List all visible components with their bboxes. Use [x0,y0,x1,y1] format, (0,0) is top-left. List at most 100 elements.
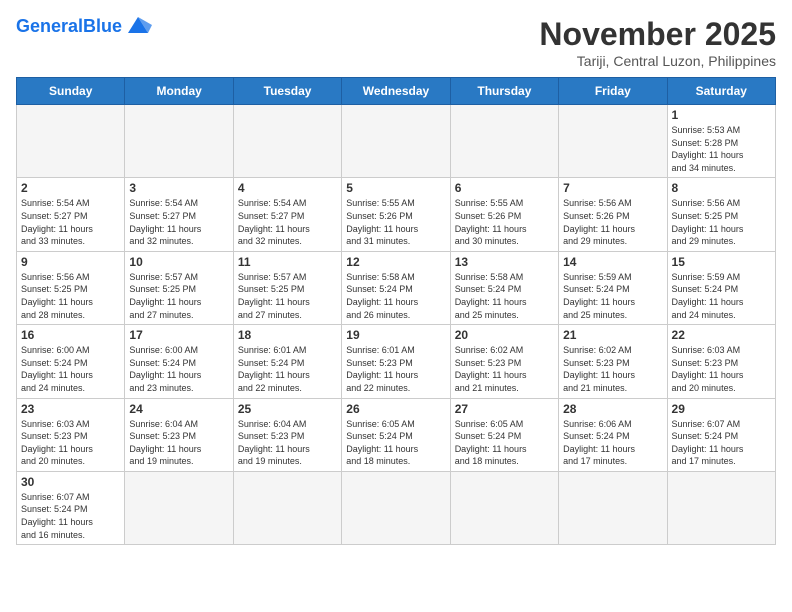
day-cell: 17 Sunrise: 6:00 AM Sunset: 5:24 PM Dayli… [125,325,233,398]
page-header: GeneralBlue November 2025 Tariji, Centra… [16,16,776,69]
day-number: 19 [346,328,445,342]
day-info: Sunrise: 6:01 AM Sunset: 5:23 PM Dayligh… [346,344,445,394]
day-cell [125,105,233,178]
day-cell: 9Sunrise: 5:56 AM Sunset: 5:25 PM Daylig… [17,251,125,324]
day-number: 29 [672,402,771,416]
day-cell [450,471,558,544]
location-text: Tariji, Central Luzon, Philippines [539,53,776,69]
logo-icon [124,15,152,37]
day-number: 4 [238,181,337,195]
day-number: 5 [346,181,445,195]
day-info: Sunrise: 5:57 AM Sunset: 5:25 PM Dayligh… [238,271,337,321]
day-cell: 18 Sunrise: 6:01 AM Sunset: 5:24 PM Dayli… [233,325,341,398]
day-info: Sunrise: 6:05 AM Sunset: 5:24 PM Dayligh… [455,418,554,468]
day-cell [450,105,558,178]
day-cell: 16Sunrise: 6:00 AM Sunset: 5:24 PM Dayli… [17,325,125,398]
day-number: 25 [238,402,337,416]
day-cell: 24Sunrise: 6:04 AM Sunset: 5:23 PM Dayli… [125,398,233,471]
day-info: Sunrise: 6:04 AM Sunset: 5:23 PM Dayligh… [238,418,337,468]
weekday-header-wednesday: Wednesday [342,78,450,105]
logo-blue: Blue [83,16,122,36]
weekday-header-tuesday: Tuesday [233,78,341,105]
logo: GeneralBlue [16,16,152,37]
day-number: 13 [455,255,554,269]
week-row-3: 9Sunrise: 5:56 AM Sunset: 5:25 PM Daylig… [17,251,776,324]
day-cell: 19 Sunrise: 6:01 AM Sunset: 5:23 PM Dayli… [342,325,450,398]
day-cell [559,471,667,544]
day-number: 22 [672,328,771,342]
day-info: Sunrise: 6:00 AM Sunset: 5:24 PM Dayligh… [129,344,228,394]
day-info: Sunrise: 6:04 AM Sunset: 5:23 PM Dayligh… [129,418,228,468]
week-row-6: 30 Sunrise: 6:07 AM Sunset: 5:24 PM Dayli… [17,471,776,544]
day-info: Sunrise: 6:05 AM Sunset: 5:24 PM Dayligh… [346,418,445,468]
day-number: 8 [672,181,771,195]
weekday-header-friday: Friday [559,78,667,105]
day-cell: 23 Sunrise: 6:03 AM Sunset: 5:23 PM Dayli… [17,398,125,471]
day-number: 20 [455,328,554,342]
day-cell [125,471,233,544]
week-row-4: 16Sunrise: 6:00 AM Sunset: 5:24 PM Dayli… [17,325,776,398]
logo-general: General [16,16,83,36]
day-number: 11 [238,255,337,269]
day-cell: 25 Sunrise: 6:04 AM Sunset: 5:23 PM Dayli… [233,398,341,471]
day-cell: 12Sunrise: 5:58 AM Sunset: 5:24 PM Dayli… [342,251,450,324]
day-number: 3 [129,181,228,195]
day-info: Sunrise: 5:58 AM Sunset: 5:24 PM Dayligh… [455,271,554,321]
day-cell: 29Sunrise: 6:07 AM Sunset: 5:24 PM Dayli… [667,398,775,471]
day-number: 18 [238,328,337,342]
day-info: Sunrise: 5:54 AM Sunset: 5:27 PM Dayligh… [129,197,228,247]
day-cell: 22 Sunrise: 6:03 AM Sunset: 5:23 PM Dayli… [667,325,775,398]
day-info: Sunrise: 5:56 AM Sunset: 5:25 PM Dayligh… [672,197,771,247]
weekday-header-thursday: Thursday [450,78,558,105]
day-cell: 28Sunrise: 6:06 AM Sunset: 5:24 PM Dayli… [559,398,667,471]
day-number: 6 [455,181,554,195]
weekday-header-saturday: Saturday [667,78,775,105]
day-number: 10 [129,255,228,269]
day-info: Sunrise: 6:00 AM Sunset: 5:24 PM Dayligh… [21,344,120,394]
day-cell: 30 Sunrise: 6:07 AM Sunset: 5:24 PM Dayli… [17,471,125,544]
day-cell: 2 Sunrise: 5:54 AM Sunset: 5:27 PM Daylig… [17,178,125,251]
day-number: 23 [21,402,120,416]
day-info: Sunrise: 6:03 AM Sunset: 5:23 PM Dayligh… [672,344,771,394]
day-info: Sunrise: 5:54 AM Sunset: 5:27 PM Dayligh… [21,197,120,247]
day-number: 21 [563,328,662,342]
day-cell: 13 Sunrise: 5:58 AM Sunset: 5:24 PM Dayli… [450,251,558,324]
weekday-header-sunday: Sunday [17,78,125,105]
title-block: November 2025 Tariji, Central Luzon, Phi… [539,16,776,69]
week-row-2: 2 Sunrise: 5:54 AM Sunset: 5:27 PM Daylig… [17,178,776,251]
day-number: 30 [21,475,120,489]
calendar-table: SundayMondayTuesdayWednesdayThursdayFrid… [16,77,776,545]
day-info: Sunrise: 6:01 AM Sunset: 5:24 PM Dayligh… [238,344,337,394]
day-cell: 5 Sunrise: 5:55 AM Sunset: 5:26 PM Daylig… [342,178,450,251]
day-cell: 21Sunrise: 6:02 AM Sunset: 5:23 PM Dayli… [559,325,667,398]
day-number: 14 [563,255,662,269]
day-cell: 8 Sunrise: 5:56 AM Sunset: 5:25 PM Daylig… [667,178,775,251]
day-info: Sunrise: 5:55 AM Sunset: 5:26 PM Dayligh… [346,197,445,247]
week-row-5: 23 Sunrise: 6:03 AM Sunset: 5:23 PM Dayli… [17,398,776,471]
day-info: Sunrise: 5:57 AM Sunset: 5:25 PM Dayligh… [129,271,228,321]
day-number: 17 [129,328,228,342]
day-cell: 4 Sunrise: 5:54 AM Sunset: 5:27 PM Daylig… [233,178,341,251]
day-cell: 27Sunrise: 6:05 AM Sunset: 5:24 PM Dayli… [450,398,558,471]
day-info: Sunrise: 6:03 AM Sunset: 5:23 PM Dayligh… [21,418,120,468]
day-cell: 15Sunrise: 5:59 AM Sunset: 5:24 PM Dayli… [667,251,775,324]
day-cell: 26Sunrise: 6:05 AM Sunset: 5:24 PM Dayli… [342,398,450,471]
day-cell [559,105,667,178]
day-cell: 3 Sunrise: 5:54 AM Sunset: 5:27 PM Daylig… [125,178,233,251]
day-cell [17,105,125,178]
day-cell [667,471,775,544]
day-cell: 1Sunrise: 5:53 AM Sunset: 5:28 PM Daylig… [667,105,775,178]
day-number: 7 [563,181,662,195]
day-info: Sunrise: 6:07 AM Sunset: 5:24 PM Dayligh… [21,491,120,541]
weekday-header-monday: Monday [125,78,233,105]
weekday-header-row: SundayMondayTuesdayWednesdayThursdayFrid… [17,78,776,105]
day-cell: 10 Sunrise: 5:57 AM Sunset: 5:25 PM Dayli… [125,251,233,324]
day-cell [233,105,341,178]
day-info: Sunrise: 5:59 AM Sunset: 5:24 PM Dayligh… [563,271,662,321]
day-info: Sunrise: 5:54 AM Sunset: 5:27 PM Dayligh… [238,197,337,247]
month-title: November 2025 [539,16,776,53]
day-number: 2 [21,181,120,195]
day-info: Sunrise: 5:56 AM Sunset: 5:25 PM Dayligh… [21,271,120,321]
day-cell: 11 Sunrise: 5:57 AM Sunset: 5:25 PM Dayli… [233,251,341,324]
day-number: 28 [563,402,662,416]
